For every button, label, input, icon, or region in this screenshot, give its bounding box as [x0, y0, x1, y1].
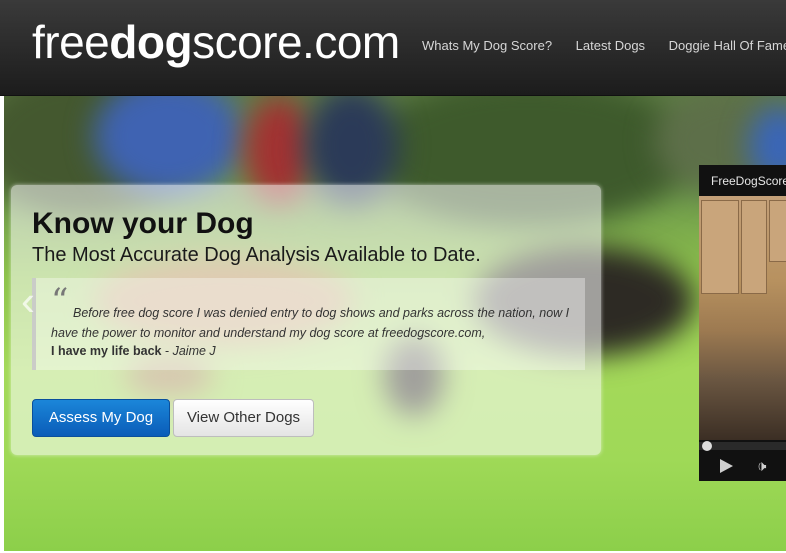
top-navbar: freedogscore.com Whats My Dog Score? Lat… — [0, 0, 786, 96]
nav-link-latest-dogs[interactable]: Latest Dogs — [576, 38, 645, 53]
logo-dog: dog — [109, 16, 193, 68]
site-logo[interactable]: freedogscore.com — [32, 14, 400, 70]
video-seek-handle[interactable] — [702, 441, 712, 451]
video-scene-cabinet — [701, 200, 739, 294]
hero-title: Know your Dog — [32, 207, 254, 240]
testimonial-quote: ‹ “ Before free dog score I was denied e… — [21, 278, 585, 370]
play-icon[interactable] — [720, 459, 733, 473]
hero-panel: Know your Dog The Most Accurate Dog Anal… — [11, 185, 601, 455]
quote-chevron-icon: ‹ — [21, 277, 35, 324]
quote-author-separator: - — [161, 344, 173, 358]
quote-author-highlight: I have my life back — [51, 344, 162, 358]
video-seek-bar[interactable] — [699, 442, 786, 450]
volume-icon[interactable]: 🕩 — [757, 458, 766, 475]
video-frame[interactable] — [699, 196, 786, 440]
quote-author-name: Jaime J — [172, 344, 216, 358]
main-nav: Whats My Dog Score? Latest Dogs Doggie H… — [412, 38, 786, 53]
logo-score: score.com — [192, 16, 400, 68]
nav-link-whats-my-dog-score[interactable]: Whats My Dog Score? — [422, 38, 552, 53]
video-scene-cabinet — [741, 200, 767, 294]
video-player[interactable]: FreeDogScore 🕩 — [699, 165, 786, 481]
quote-author: I have my life back - Jaime J — [51, 344, 216, 358]
video-scene-cabinet — [769, 200, 786, 262]
video-title: FreeDogScore — [711, 174, 786, 188]
quote-text: Before free dog score I was denied entry… — [51, 306, 570, 340]
view-other-dogs-button[interactable]: View Other Dogs — [173, 399, 314, 437]
hero-subtitle: The Most Accurate Dog Analysis Available… — [32, 244, 481, 266]
assess-my-dog-button[interactable]: Assess My Dog — [32, 399, 170, 437]
logo-free: free — [32, 16, 110, 68]
nav-link-hall-of-fame[interactable]: Doggie Hall Of Fame — [669, 38, 786, 53]
